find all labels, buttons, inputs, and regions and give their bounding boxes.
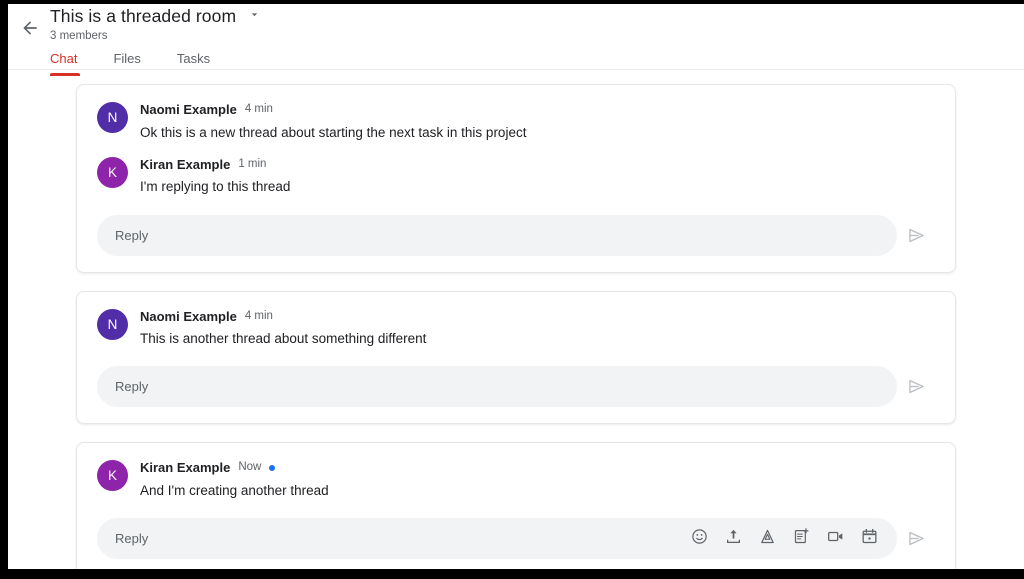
message-row: K Kiran Example Now And I'm creating ano… xyxy=(97,459,935,500)
back-arrow-icon[interactable] xyxy=(16,14,44,42)
message-text: And I'm creating another thread xyxy=(140,482,935,500)
send-icon[interactable] xyxy=(897,216,935,254)
room-title-row[interactable]: This is a threaded room xyxy=(50,6,261,27)
message-row: K Kiran Example 1 min I'm replying to th… xyxy=(97,156,935,197)
message-body: Naomi Example 4 min This is another thre… xyxy=(140,308,935,349)
add-document-icon[interactable] xyxy=(792,527,811,551)
message-text: This is another thread about something d… xyxy=(140,330,935,348)
reply-input[interactable]: Reply xyxy=(97,366,897,407)
message-timestamp: 1 min xyxy=(238,158,266,172)
upload-icon[interactable] xyxy=(724,527,743,551)
google-drive-icon[interactable] xyxy=(758,527,777,551)
message-text: I'm replying to this thread xyxy=(140,178,935,196)
video-camera-icon[interactable] xyxy=(826,527,845,551)
message-header: Naomi Example 4 min xyxy=(140,309,935,325)
avatar[interactable]: K xyxy=(97,460,128,491)
message-timestamp: 4 min xyxy=(245,103,273,117)
reply-placeholder: Reply xyxy=(115,228,883,243)
message-header: Naomi Example 4 min xyxy=(140,102,935,118)
send-icon[interactable] xyxy=(897,520,935,558)
message-author: Naomi Example xyxy=(140,102,237,118)
message-author: Kiran Example xyxy=(140,157,230,173)
app-window: This is a threaded room 3 members Chat F… xyxy=(8,4,1024,569)
chevron-down-icon[interactable] xyxy=(248,8,261,26)
message-author: Kiran Example xyxy=(140,460,230,476)
reply-row: Reply xyxy=(97,366,935,407)
thread-card[interactable]: N Naomi Example 4 min Ok this is a new t… xyxy=(76,84,956,273)
emoji-icon[interactable] xyxy=(690,527,709,551)
avatar[interactable]: K xyxy=(97,157,128,188)
reply-placeholder: Reply xyxy=(115,379,883,394)
message-timestamp: Now xyxy=(238,461,261,475)
message-body: Naomi Example 4 min Ok this is a new thr… xyxy=(140,101,935,142)
message-header: Kiran Example Now xyxy=(140,460,935,476)
reply-row: Reply xyxy=(97,518,935,559)
reply-placeholder: Reply xyxy=(115,531,690,546)
room-header: This is a threaded room 3 members Chat F… xyxy=(8,4,1024,70)
avatar[interactable]: N xyxy=(97,102,128,133)
message-timestamp: 4 min xyxy=(245,310,273,324)
member-count-label: 3 members xyxy=(50,30,108,42)
message-row: N Naomi Example 4 min This is another th… xyxy=(97,308,935,349)
message-body: Kiran Example 1 min I'm replying to this… xyxy=(140,156,935,197)
page-title: This is a threaded room xyxy=(50,6,236,27)
thread-list: N Naomi Example 4 min Ok this is a new t… xyxy=(8,70,1024,569)
avatar[interactable]: N xyxy=(97,309,128,340)
thread-card[interactable]: K Kiran Example Now And I'm creating ano… xyxy=(76,442,956,569)
message-header: Kiran Example 1 min xyxy=(140,157,935,173)
new-message-dot xyxy=(269,465,275,471)
reply-toolbar xyxy=(690,527,883,551)
message-row: N Naomi Example 4 min Ok this is a new t… xyxy=(97,101,935,142)
message-text: Ok this is a new thread about starting t… xyxy=(140,124,935,142)
message-body: Kiran Example Now And I'm creating anoth… xyxy=(140,459,935,500)
reply-row: Reply xyxy=(97,215,935,256)
calendar-icon[interactable] xyxy=(860,527,879,551)
message-author: Naomi Example xyxy=(140,309,237,325)
send-icon[interactable] xyxy=(897,368,935,406)
thread-card[interactable]: N Naomi Example 4 min This is another th… xyxy=(76,291,956,425)
reply-input[interactable]: Reply xyxy=(97,518,897,559)
reply-input[interactable]: Reply xyxy=(97,215,897,256)
